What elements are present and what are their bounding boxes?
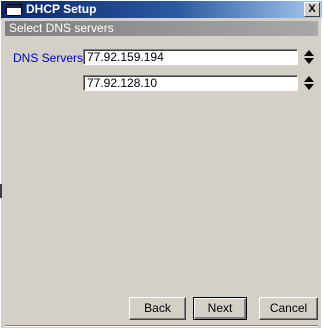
window-icon [6, 4, 22, 16]
window-title: DHCP Setup [26, 2, 97, 16]
arrow-down-icon[interactable] [304, 58, 314, 64]
resize-edge-marker [0, 184, 2, 198]
section-header: Select DNS servers [5, 21, 318, 36]
back-button[interactable]: Back [129, 297, 186, 320]
arrow-down-icon[interactable] [304, 84, 314, 90]
dns-server-1-spinner[interactable] [303, 49, 315, 65]
next-button[interactable]: Next [193, 297, 247, 320]
dns-server-1-input[interactable]: 77.92.159.194 [83, 49, 298, 65]
dhcp-setup-dialog: DHCP Setup X Select DNS servers DNS Serv… [0, 0, 322, 328]
cancel-button[interactable]: Cancel [259, 297, 318, 320]
arrow-up-icon[interactable] [304, 50, 314, 56]
title-bar[interactable]: DHCP Setup X [1, 1, 322, 18]
arrow-up-icon[interactable] [304, 76, 314, 82]
bottom-divider [5, 325, 318, 327]
dns-servers-label: DNS Servers: [13, 51, 87, 65]
close-button[interactable]: X [304, 2, 320, 17]
dns-server-2-spinner[interactable] [303, 75, 315, 91]
dns-server-2-input[interactable]: 77.92.128.10 [83, 75, 298, 91]
